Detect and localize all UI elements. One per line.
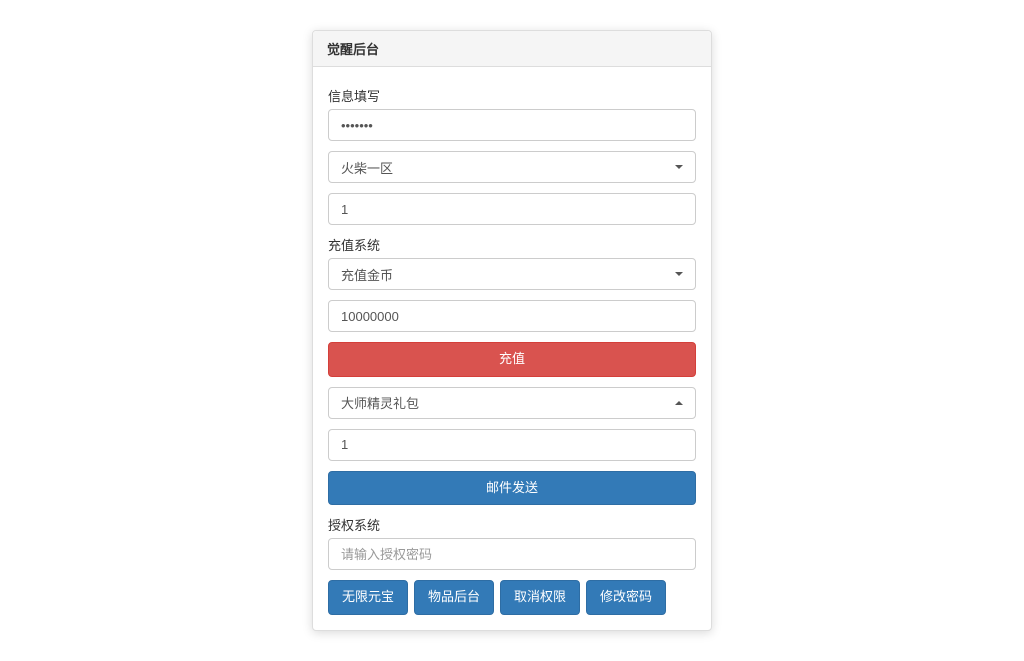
recharge-button[interactable]: 充值 bbox=[328, 342, 696, 377]
action-button-row: 无限元宝 物品后台 取消权限 修改密码 bbox=[328, 580, 696, 615]
cancel-auth-button[interactable]: 取消权限 bbox=[500, 580, 580, 615]
recharge-section-label: 充值系统 bbox=[328, 235, 696, 254]
caret-down-icon bbox=[675, 272, 683, 276]
recharge-type-value: 充值金币 bbox=[341, 265, 393, 284]
change-password-button[interactable]: 修改密码 bbox=[586, 580, 666, 615]
unlimited-button[interactable]: 无限元宝 bbox=[328, 580, 408, 615]
recharge-type-select[interactable]: 充值金币 bbox=[328, 258, 696, 290]
caret-up-icon bbox=[675, 401, 683, 405]
auth-password-input[interactable] bbox=[328, 538, 696, 570]
items-backend-button[interactable]: 物品后台 bbox=[414, 580, 494, 615]
gift-select-value: 大师精灵礼包 bbox=[341, 393, 419, 412]
amount-input[interactable] bbox=[328, 300, 696, 332]
auth-section-label: 授权系统 bbox=[328, 515, 696, 534]
mail-send-button[interactable]: 邮件发送 bbox=[328, 471, 696, 506]
caret-down-icon bbox=[675, 165, 683, 169]
info-section-label: 信息填写 bbox=[328, 86, 696, 105]
server-select[interactable]: 火柴一区 bbox=[328, 151, 696, 183]
gift-select[interactable]: 大师精灵礼包 bbox=[328, 387, 696, 419]
admin-panel: 觉醒后台 信息填写 火柴一区 充值系统 充值金币 充值 大师精灵礼包 bbox=[312, 30, 712, 631]
gift-qty-input[interactable] bbox=[328, 429, 696, 461]
id-input[interactable] bbox=[328, 193, 696, 225]
panel-body: 信息填写 火柴一区 充值系统 充值金币 充值 大师精灵礼包 邮件发送 bbox=[313, 67, 711, 630]
password-input[interactable] bbox=[328, 109, 696, 141]
panel-title: 觉醒后台 bbox=[313, 31, 711, 67]
server-select-value: 火柴一区 bbox=[341, 158, 393, 177]
